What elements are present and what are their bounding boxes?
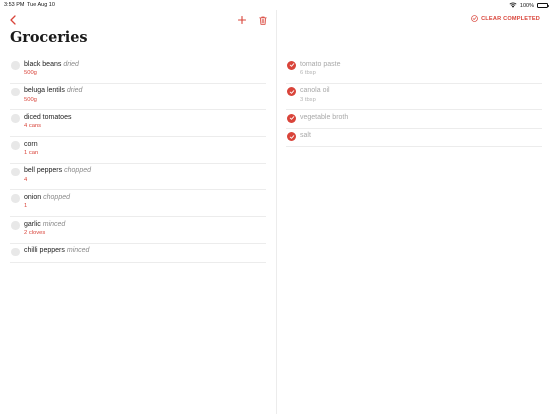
checkmark-icon[interactable] [287, 60, 296, 70]
item-prep: dried [66, 87, 83, 95]
item-name: garlic [24, 220, 41, 228]
item-prep: dried [63, 60, 79, 68]
item-name: vegetable broth [300, 113, 349, 121]
item-prep: minced [66, 247, 90, 255]
check-circle[interactable] [11, 194, 20, 203]
completed-item[interactable]: canola oil 3 tbsp [286, 84, 542, 111]
chevron-left-icon [10, 15, 16, 25]
wifi-icon [509, 1, 517, 10]
item-quantity: 1 [24, 203, 28, 210]
item-name: salt [300, 132, 311, 140]
item-quantity: 4 cans [24, 123, 42, 130]
trash-icon [259, 16, 267, 25]
completed-list: tomato paste 6 tbsp canola oil 3 tbsp ve… [286, 57, 542, 148]
item-label: corn [24, 141, 38, 148]
add-item-button[interactable] [235, 13, 249, 27]
check-circle[interactable] [11, 221, 20, 230]
list-item[interactable]: garlic minced 2 cloves [10, 217, 266, 244]
checkmark-icon[interactable] [287, 132, 296, 142]
item-quantity: 6 tbsp [300, 70, 316, 76]
completed-pane: CLEAR COMPLETED tomato paste 6 tbsp cano… [277, 10, 552, 414]
checkmark-icon[interactable] [287, 113, 296, 123]
item-name: chilli peppers [24, 247, 65, 255]
item-label: black beans dried [24, 61, 79, 68]
status-bar: 3:53 PM Tue Aug 10 100% [0, 0, 552, 10]
status-right: 100% [509, 1, 549, 10]
list-item[interactable]: beluga lentils dried 500g [10, 84, 266, 111]
clear-completed-label: CLEAR COMPLETED [481, 15, 540, 22]
list-item[interactable]: chilli peppers minced [10, 244, 266, 263]
check-circle-icon [471, 15, 478, 22]
delete-button[interactable] [256, 13, 270, 27]
item-quantity: 1 can [24, 150, 39, 157]
clear-completed-button[interactable]: CLEAR COMPLETED [471, 15, 540, 22]
back-button[interactable] [6, 13, 20, 27]
item-name: diced tomatoes [24, 113, 72, 121]
item-prep: chopped [43, 193, 70, 201]
page-title: Groceries [10, 29, 88, 46]
list-item[interactable]: bell peppers chopped 4 [10, 164, 266, 191]
shopping-list-pane: Groceries black beans dried 500g beluga l… [0, 10, 276, 414]
status-time: 3:53 PM [4, 2, 25, 8]
plus-icon [238, 16, 246, 24]
check-circle[interactable] [11, 87, 20, 97]
check-circle[interactable] [11, 247, 20, 257]
check-circle[interactable] [11, 141, 20, 150]
item-label: garlic minced [24, 221, 65, 228]
item-quantity: 3 tbsp [300, 96, 316, 103]
item-quantity: 500g [24, 70, 37, 76]
item-label: onion chopped [24, 194, 70, 201]
item-quantity: 4 [24, 176, 28, 183]
completed-item[interactable]: tomato paste 6 tbsp [286, 57, 542, 84]
completed-item[interactable]: salt [286, 129, 542, 148]
item-prep: chopped [64, 167, 91, 175]
item-label: bell peppers chopped [24, 167, 91, 174]
status-date: Tue Aug 10 [27, 2, 55, 8]
battery-icon [537, 3, 549, 8]
item-label: chilli peppers minced [24, 247, 89, 254]
item-label: diced tomatoes [24, 114, 71, 121]
item-quantity: 2 cloves [24, 230, 46, 237]
battery-percent: 100% [519, 2, 534, 9]
check-circle[interactable] [11, 114, 20, 123]
check-circle[interactable] [11, 167, 20, 177]
check-circle[interactable] [11, 61, 20, 70]
list-item[interactable]: black beans dried 500g [10, 57, 266, 84]
item-quantity: 500g [24, 96, 37, 103]
item-name: corn [24, 140, 38, 148]
item-name: beluga lentils [24, 87, 65, 95]
list-item[interactable]: onion chopped 1 [10, 190, 266, 218]
item-name: canola oil [300, 87, 330, 95]
item-name: black beans [24, 60, 62, 68]
item-prep: minced [42, 220, 66, 228]
checkmark-icon[interactable] [287, 87, 296, 97]
item-name: bell peppers [24, 167, 63, 175]
list-item[interactable]: diced tomatoes 4 cans [10, 110, 266, 138]
list-item[interactable]: corn 1 can [10, 137, 266, 164]
item-name: onion [24, 193, 42, 201]
completed-item[interactable]: vegetable broth [286, 110, 542, 129]
item-name: tomato paste [300, 60, 341, 68]
grocery-list: black beans dried 500g beluga lentils drie… [10, 57, 266, 263]
item-label: beluga lentils dried [24, 87, 82, 94]
